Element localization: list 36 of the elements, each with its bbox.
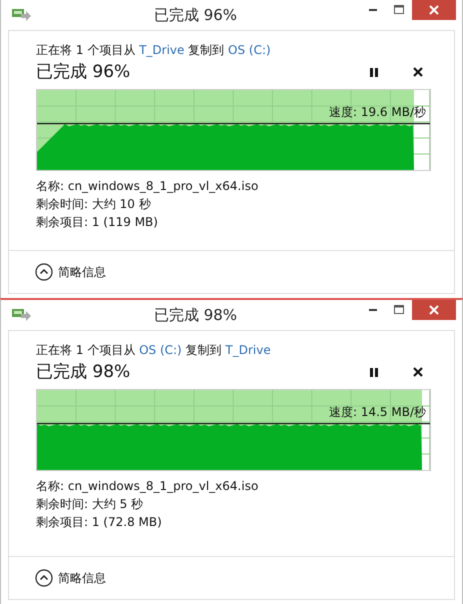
pause-icon	[369, 67, 379, 77]
detail-text: 剩余时间: 大约 5 秒	[36, 496, 144, 513]
source-link[interactable]: OS (C:)	[139, 343, 182, 357]
detail-text: 剩余项目: 1 (119 MB)	[36, 214, 159, 231]
pause-icon	[369, 367, 379, 377]
source-link[interactable]: T_Drive	[139, 43, 184, 57]
close-icon	[413, 67, 423, 77]
copy-description: 正在将 1 个项目从 T_Drive 复制到 OS (C:)	[36, 42, 272, 59]
detail-text: 剩余时间: 大约 10 秒	[36, 196, 152, 213]
minimize-icon	[369, 309, 377, 311]
speed-label: 速度: 19.6 MB/秒	[328, 104, 426, 121]
copy-description: 正在将 1 个项目从 OS (C:) 复制到 T_Drive	[36, 342, 272, 359]
window-title: 已完成 98%	[152, 306, 238, 324]
maximize-icon	[394, 305, 404, 315]
detail-text: 名称: cn_windows_8_1_pro_vl_x64.iso	[36, 178, 260, 195]
progress-heading: 已完成 96%	[36, 61, 132, 83]
close-icon	[429, 5, 439, 15]
collapse-icon	[35, 569, 53, 587]
destination-link[interactable]: T_Drive	[225, 343, 271, 357]
maximize-icon	[394, 5, 404, 15]
copy-icon	[11, 307, 31, 323]
detail-text: 名称: cn_windows_8_1_pro_vl_x64.iso	[36, 478, 260, 495]
window-title: 已完成 96%	[152, 6, 238, 24]
close-button[interactable]	[412, 0, 456, 20]
detail-text: 剩余项目: 1 (72.8 MB)	[36, 514, 163, 531]
details-toggle[interactable]: 简略信息	[35, 569, 106, 587]
minimize-icon	[369, 9, 377, 11]
details-toggle[interactable]: 简略信息	[35, 263, 106, 281]
speed-label: 速度: 14.5 MB/秒	[328, 404, 426, 421]
close-icon	[429, 305, 439, 315]
destination-link[interactable]: OS (C:)	[228, 43, 271, 57]
progress-heading: 已完成 98%	[36, 361, 132, 383]
close-button[interactable]	[412, 300, 456, 320]
close-icon	[413, 367, 423, 377]
collapse-icon	[35, 263, 53, 281]
copy-icon	[11, 7, 31, 23]
